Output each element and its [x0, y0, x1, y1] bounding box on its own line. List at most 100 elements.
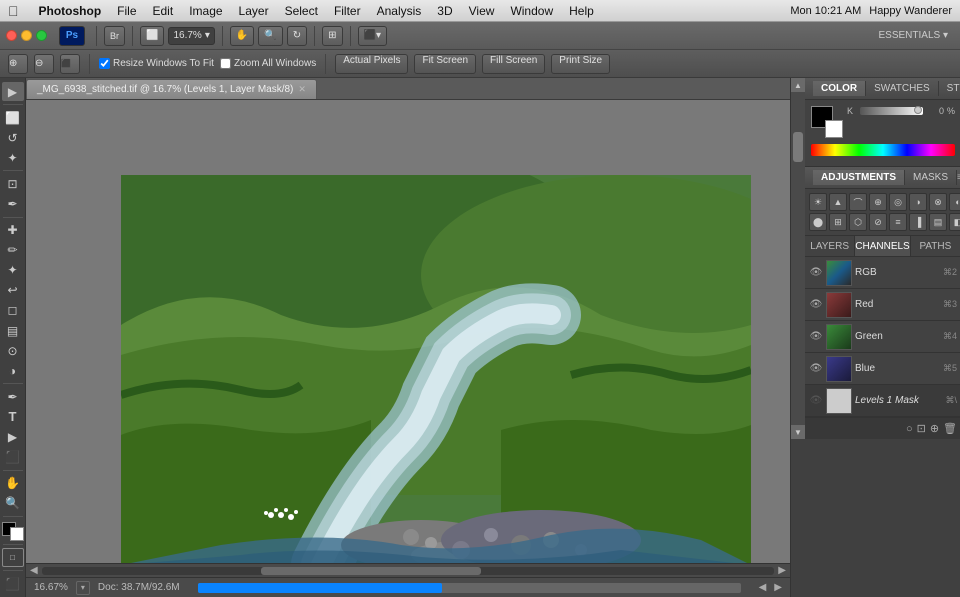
- tab-close-btn[interactable]: ✕: [298, 84, 306, 95]
- hscroll-track[interactable]: [42, 567, 775, 575]
- zoom-popup-btn[interactable]: ▾: [76, 581, 90, 595]
- zoom-dropdown-icon[interactable]: ▾: [205, 30, 210, 41]
- blur-tool[interactable]: ⊙: [2, 341, 24, 360]
- styles-tab[interactable]: STYLES: [939, 81, 960, 96]
- lasso-tool[interactable]: ↺: [2, 128, 24, 147]
- history-brush-tool[interactable]: ↩: [2, 281, 24, 300]
- zoom-window-button[interactable]: [36, 30, 47, 41]
- minimize-button[interactable]: [21, 30, 32, 41]
- vibrance-btn[interactable]: ◎: [889, 193, 907, 211]
- green-channel-row[interactable]: 👁 Green ⌘4: [805, 321, 960, 353]
- screen-mode-button[interactable]: ⬜: [140, 26, 164, 46]
- canvas-scroll-area[interactable]: [26, 100, 790, 563]
- bw-btn[interactable]: ◐: [949, 193, 960, 211]
- bg-chip[interactable]: [825, 120, 843, 138]
- layers-tab-btn[interactable]: LAYERS: [805, 236, 855, 256]
- rgb-channel-row[interactable]: 👁 RGB ⌘2: [805, 257, 960, 289]
- blue-visibility[interactable]: 👁: [809, 362, 823, 376]
- fill-screen-button[interactable]: Fill Screen: [482, 54, 545, 74]
- eyedropper-tool[interactable]: ✒: [2, 194, 24, 213]
- color-balance-btn[interactable]: ⊗: [929, 193, 947, 211]
- masks-tab[interactable]: MASKS: [905, 170, 957, 185]
- bridge-button[interactable]: Br: [104, 26, 125, 46]
- apple-menu[interactable]: : [8, 3, 19, 19]
- clone-stamp-tool[interactable]: ✦: [2, 261, 24, 280]
- eraser-tool[interactable]: ◻: [2, 301, 24, 320]
- menu-help[interactable]: Help: [561, 2, 602, 20]
- hscroll-thumb[interactable]: [261, 567, 481, 575]
- color-lookup-btn[interactable]: ⬡: [849, 213, 867, 231]
- zoom-tool[interactable]: 🔍: [258, 26, 282, 46]
- actual-pixels-button[interactable]: Actual Pixels: [335, 54, 408, 74]
- blue-channel-row[interactable]: 👁 Blue ⌘5: [805, 353, 960, 385]
- channels-tab-btn[interactable]: CHANNELS: [855, 236, 910, 256]
- print-size-button[interactable]: Print Size: [551, 54, 610, 74]
- background-color[interactable]: [10, 527, 24, 541]
- menu-filter[interactable]: Filter: [326, 2, 369, 20]
- status-scroll-right[interactable]: ▶: [774, 582, 782, 593]
- move-tool[interactable]: ✋: [230, 26, 254, 46]
- magic-wand-tool[interactable]: ✦: [2, 148, 24, 167]
- green-visibility[interactable]: 👁: [809, 330, 823, 344]
- hue-sat-btn[interactable]: ◑: [909, 193, 927, 211]
- rotate-tool[interactable]: ↻: [287, 26, 307, 46]
- invert-btn[interactable]: ⊘: [869, 213, 887, 231]
- fit-screen-button[interactable]: Fit Screen: [414, 54, 476, 74]
- menu-3d[interactable]: 3D: [429, 2, 460, 20]
- scroll-track[interactable]: [791, 92, 805, 425]
- screen-mode-btn[interactable]: ⬛: [2, 574, 24, 593]
- status-scroll-left[interactable]: ◀: [759, 582, 767, 593]
- scroll-right-btn[interactable]: ▶: [778, 565, 786, 576]
- levels-btn[interactable]: ▲: [829, 193, 847, 211]
- color-tab[interactable]: COLOR: [813, 81, 866, 96]
- rgb-visibility[interactable]: 👁: [809, 266, 823, 280]
- healing-brush-tool[interactable]: ✚: [2, 220, 24, 239]
- brightness-contrast-btn[interactable]: ☀: [809, 193, 827, 211]
- zoom-tool-btn[interactable]: 🔍: [2, 494, 24, 513]
- scroll-thumb[interactable]: [793, 132, 803, 162]
- brush-tool[interactable]: ✏: [2, 241, 24, 260]
- pen-tool[interactable]: ✒: [2, 387, 24, 406]
- photo-filter-btn[interactable]: ⬤: [809, 213, 827, 231]
- menu-analysis[interactable]: Analysis: [369, 2, 430, 20]
- menu-layer[interactable]: Layer: [231, 2, 277, 20]
- k-slider-thumb[interactable]: [914, 106, 922, 114]
- load-channel-btn[interactable]: ○: [906, 423, 913, 435]
- resize-windows-checkbox[interactable]: Resize Windows To Fit: [99, 58, 214, 69]
- scroll-left-btn[interactable]: ◀: [30, 565, 38, 576]
- resize-checkbox-input[interactable]: [99, 58, 110, 69]
- menu-file[interactable]: File: [109, 2, 144, 20]
- gradient-map-btn[interactable]: ▤: [929, 213, 947, 231]
- save-selection-btn[interactable]: ⊡: [917, 422, 926, 435]
- mask-channel-row[interactable]: 👁 Levels 1 Mask ⌘\: [805, 385, 960, 417]
- quick-mask-btn[interactable]: □: [2, 548, 24, 567]
- arrange-button[interactable]: ⬛▾: [358, 26, 387, 46]
- marquee-tool[interactable]: ⬜: [2, 108, 24, 127]
- red-channel-row[interactable]: 👁 Red ⌘3: [805, 289, 960, 321]
- swatches-tab[interactable]: SWATCHES: [866, 81, 939, 96]
- dodge-tool[interactable]: ◑: [2, 361, 24, 380]
- crop-tool[interactable]: ⊡: [2, 174, 24, 193]
- k-slider[interactable]: [860, 107, 923, 115]
- hand-tool[interactable]: ✋: [2, 474, 24, 493]
- gradient-tool[interactable]: ▤: [2, 321, 24, 340]
- menu-edit[interactable]: Edit: [145, 2, 182, 20]
- paths-tab-btn[interactable]: PATHS: [911, 236, 960, 256]
- zoom-all-checkbox[interactable]: Zoom All Windows: [220, 58, 316, 69]
- layout-button[interactable]: ⊞: [322, 26, 342, 46]
- type-tool[interactable]: T: [2, 407, 24, 426]
- color-spectrum[interactable]: [811, 144, 955, 156]
- curves-btn[interactable]: ⌒: [849, 193, 867, 211]
- new-channel-btn[interactable]: ⊕: [930, 422, 939, 435]
- selective-color-btn[interactable]: ◧: [949, 213, 960, 231]
- color-swatches[interactable]: [2, 522, 24, 541]
- menu-select[interactable]: Select: [277, 2, 326, 20]
- mask-visibility[interactable]: 👁: [809, 394, 823, 408]
- zoom-in-button[interactable]: ⊕: [8, 54, 28, 74]
- adjustments-tab[interactable]: ADJUSTMENTS: [813, 170, 905, 185]
- channel-mixer-btn[interactable]: ⊞: [829, 213, 847, 231]
- shape-tool[interactable]: ⬛: [2, 448, 24, 467]
- delete-channel-btn[interactable]: 🗑: [943, 422, 957, 435]
- close-button[interactable]: [6, 30, 17, 41]
- menu-photoshop[interactable]: Photoshop: [31, 2, 110, 20]
